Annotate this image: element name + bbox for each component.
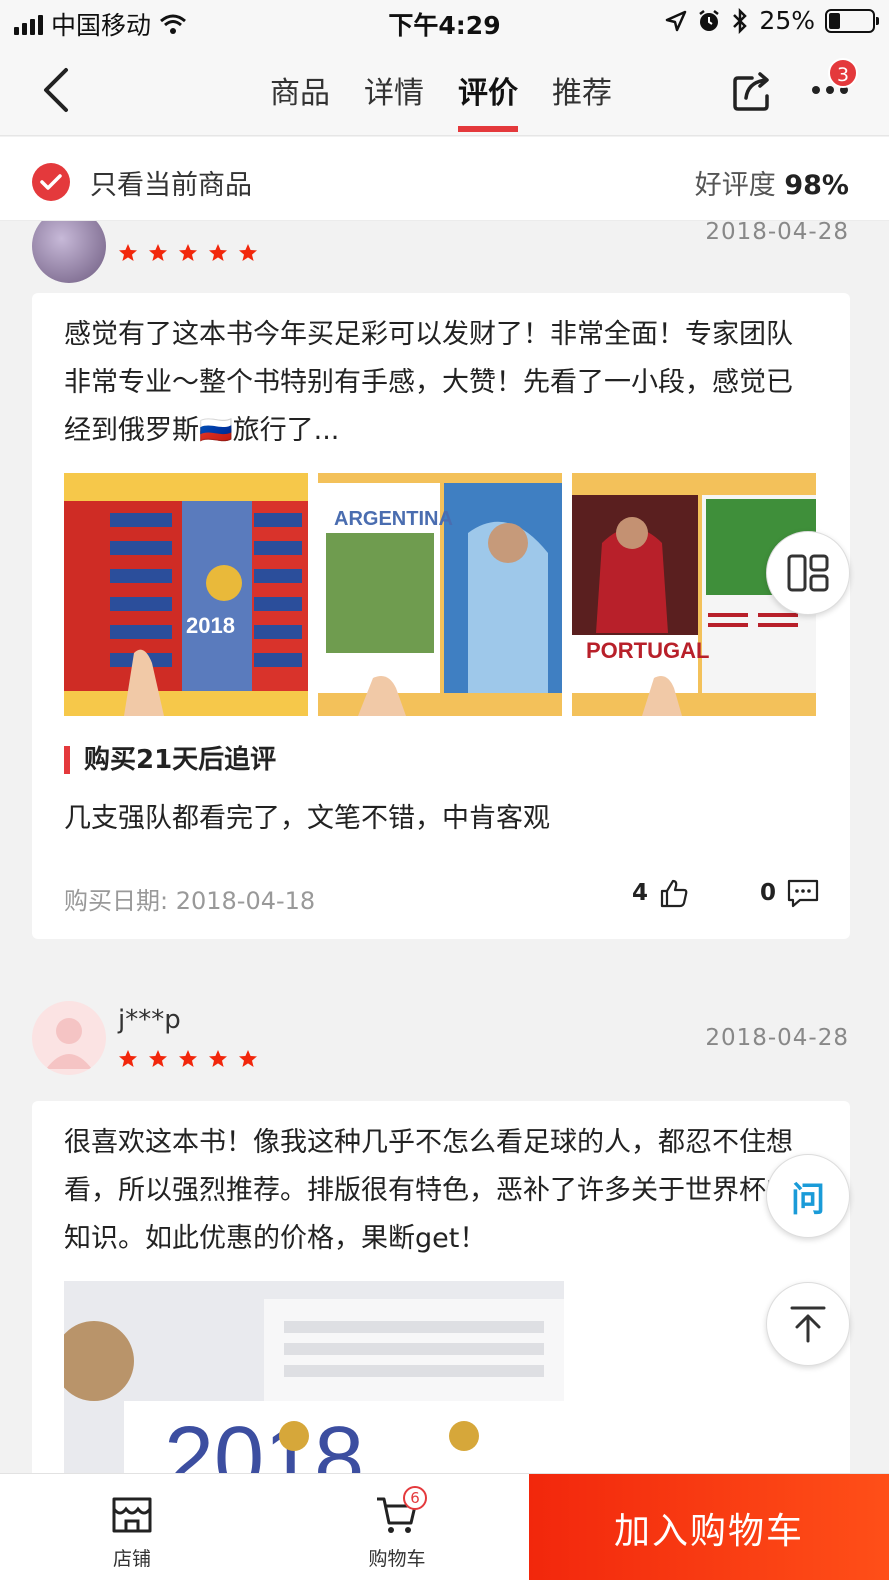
star-rating [118,243,258,263]
review-image[interactable]: 2018 [64,1281,564,1473]
tab-product[interactable]: 商品 [270,68,330,132]
avatar[interactable] [32,1001,106,1075]
star-icon [209,244,227,261]
comment-button[interactable]: 0 [760,877,820,909]
star-icon [119,1050,137,1067]
back-to-top-button[interactable] [766,1282,850,1366]
review-images: 2018 ARGENTINA PORTUGAL [32,473,850,716]
battery-icon [825,8,879,33]
tab-recommend[interactable]: 推荐 [552,68,612,132]
positive-rating-label: 好评度 [694,170,776,201]
store-icon [112,1497,152,1533]
more-badge: 3 [828,58,858,88]
review-image-caption: 2018 [164,1409,364,1473]
review-image-caption: 2018 [186,613,235,638]
back-to-top-icon [790,1306,826,1343]
review-date: 2018-04-28 [705,221,849,245]
star-icon [179,244,197,261]
cart-label: 购物车 [368,1548,426,1570]
only-current-checkbox[interactable] [32,163,70,201]
check-icon [40,174,62,190]
comment-icon [787,879,819,908]
star-icon [239,1050,257,1067]
review-images: 2018 [32,1281,850,1473]
review-card[interactable]: 感觉有了这本书今年买足彩可以发财了！非常全面！专家团队非常专业～整个书特别有手感… [32,293,850,939]
positive-rating: 好评度 98% [695,163,849,202]
star-rating [118,1049,258,1069]
star-icon [149,244,167,261]
cart-badge: 6 [403,1486,427,1510]
review-image[interactable]: ARGENTINA [318,473,562,716]
review-header: j***p 2018-04-28 [0,999,889,1099]
shop-button[interactable]: 店铺 [72,1486,192,1571]
avatar[interactable] [32,221,106,283]
tab-bar: 商品 详情 评价 推荐 [270,68,612,132]
only-current-label[interactable]: 只看当前商品 [90,163,252,202]
review-footer: 购买日期: 2018-04-18 4 0 [32,861,850,951]
default-avatar-icon [46,1018,92,1069]
back-arrow-icon[interactable] [36,66,76,114]
review-text: 很喜欢这本书！像我这种几乎不怎么看足球的人，都忍不住想看，所以强烈推荐。排版很有… [64,1127,793,1254]
shop-label: 店铺 [112,1548,151,1570]
add-to-cart-button[interactable]: 加入购物车 [529,1474,889,1580]
layout-toggle-button[interactable] [766,531,850,615]
bottom-bar: 店铺 6 购物车 加入购物车 [0,1473,889,1580]
bluetooth-icon [733,7,748,34]
star-icon [119,244,137,261]
review-username: j***p [118,1005,181,1035]
comment-count: 0 [760,880,777,906]
share-icon[interactable] [732,70,772,112]
nav-bar: 商品 详情 评价 推荐 3 [0,44,889,136]
followup-title: 购买21天后追评 [64,746,818,774]
status-bar: 中国移动 下午4:29 25% [0,0,889,44]
review-image-caption: PORTUGAL [586,638,709,663]
battery-percent: 25% [759,6,815,35]
review-header: 2018-04-28 [0,221,889,291]
cart-button[interactable]: 6 购物车 [337,1486,457,1571]
thumbs-up-icon [660,879,688,908]
ask-button[interactable]: 问 [766,1154,850,1238]
alarm-icon [699,9,720,31]
purchase-date: 购买日期: 2018-04-18 [64,887,316,915]
review-list[interactable]: 2018-04-28 感觉有了这本书今年买足彩可以发财了！非常全面！专家团队非常… [0,221,889,1473]
like-count: 4 [632,880,649,906]
review-text: 感觉有了这本书今年买足彩可以发财了！非常全面！专家团队非常专业～整个书特别有手感… [64,319,793,446]
status-right: 25% [665,6,879,35]
positive-rating-value: 98% [784,170,849,201]
filter-bar: 只看当前商品 好评度 98% [0,137,889,221]
followup-text: 几支强队都看完了，文笔不错，中肯客观 [64,803,550,834]
like-button[interactable]: 4 [632,877,690,909]
star-icon [149,1050,167,1067]
review-card[interactable]: 很喜欢这本书！像我这种几乎不怎么看足球的人，都忍不住想看，所以强烈推荐。排版很有… [32,1101,850,1473]
review-image-caption: ARGENTINA [334,508,453,530]
star-icon [209,1050,227,1067]
location-arrow-icon [666,10,687,31]
star-icon [179,1050,197,1067]
review-image[interactable]: 2018 [64,473,308,716]
ask-icon: 问 [791,1179,825,1220]
review-date: 2018-04-28 [705,1025,849,1051]
layout-icon [787,554,829,592]
star-icon [239,244,257,261]
tab-details[interactable]: 详情 [364,68,424,132]
tab-reviews[interactable]: 评价 [458,68,518,132]
